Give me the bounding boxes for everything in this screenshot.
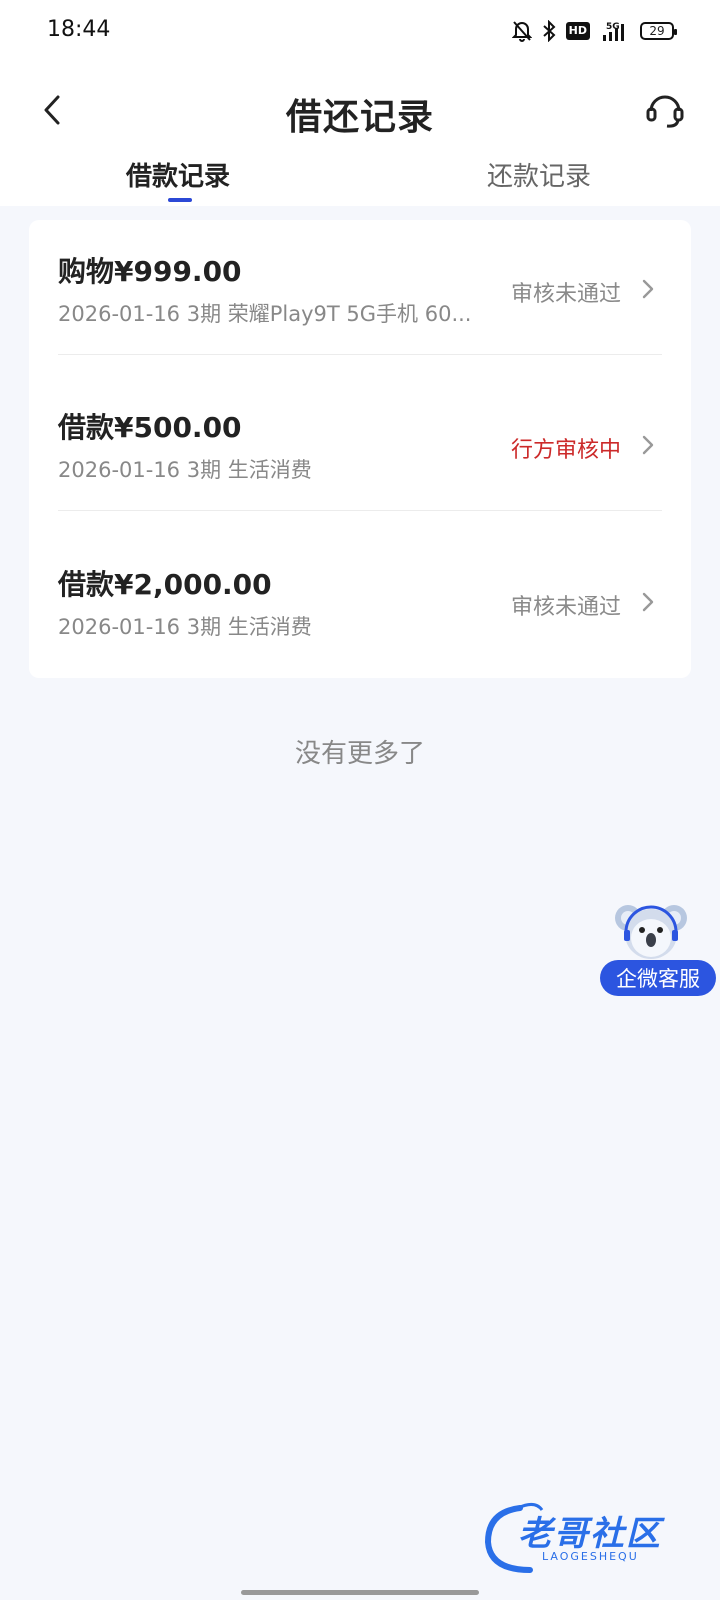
tab-repay-records[interactable]: 还款记录 <box>487 156 591 193</box>
record-subtitle: 2026-01-16 3期 荣耀Play9T 5G手机 60... <box>58 302 472 326</box>
watermark-logo: 老哥社区 LAOGESHEQU <box>480 1500 710 1575</box>
signal-5g-icon: 5G <box>603 22 624 41</box>
record-status: 审核未通过 <box>510 595 621 620</box>
record-tabs: 借款记录 还款记录 <box>0 150 720 206</box>
record-subtitle: 2026-01-16 3期 生活消费 <box>58 615 312 639</box>
divider <box>58 510 662 511</box>
floating-service-label: 企微客服 <box>600 960 716 996</box>
status-bar: 18:44 HD 5G 29 <box>0 0 720 62</box>
list-item[interactable]: 借款¥2,000.00 2026-01-16 3期 生活消费 审核未通过 <box>29 533 691 692</box>
divider <box>58 354 662 355</box>
battery-level: 29 <box>649 24 665 38</box>
status-icons: HD 5G 29 <box>511 20 677 42</box>
status-time: 18:44 <box>47 17 111 42</box>
koala-mascot-icon <box>615 905 687 959</box>
list-item[interactable]: 借款¥500.00 2026-01-16 3期 生活消费 行方审核中 <box>29 376 691 535</box>
mute-bell-icon <box>511 21 532 42</box>
list-item[interactable]: 购物¥999.00 2026-01-16 3期 荣耀Play9T 5G手机 60… <box>29 220 691 379</box>
record-status: 行方审核中 <box>510 438 621 463</box>
home-indicator[interactable] <box>241 1590 479 1595</box>
record-title: 借款¥2,000.00 <box>58 568 272 601</box>
record-subtitle: 2026-01-16 3期 生活消费 <box>58 458 312 482</box>
no-more-text: 没有更多了 <box>294 739 425 769</box>
chevron-right-icon <box>642 592 654 612</box>
record-status: 审核未通过 <box>510 282 621 307</box>
watermark-subtext: LAOGESHEQU <box>542 1550 639 1563</box>
customer-service-button[interactable] <box>640 84 690 134</box>
bluetooth-icon <box>542 20 556 42</box>
record-title: 购物¥999.00 <box>58 255 242 288</box>
tab-borrow-records[interactable]: 借款记录 <box>126 156 230 193</box>
battery-icon: 29 <box>640 22 677 40</box>
chevron-right-icon <box>642 435 654 455</box>
floating-service-button[interactable]: 企微客服 <box>598 898 718 998</box>
nav-bar: 借还记录 <box>0 74 720 146</box>
page-title: 借还记录 <box>285 97 434 138</box>
records-card: 购物¥999.00 2026-01-16 3期 荣耀Play9T 5G手机 60… <box>29 220 691 678</box>
record-title: 借款¥500.00 <box>58 411 242 444</box>
hd-badge: HD <box>565 22 590 40</box>
active-tab-indicator <box>168 198 192 202</box>
headset-icon <box>646 95 684 128</box>
watermark-text: 老哥社区 <box>518 1514 662 1554</box>
chevron-right-icon <box>642 279 654 299</box>
